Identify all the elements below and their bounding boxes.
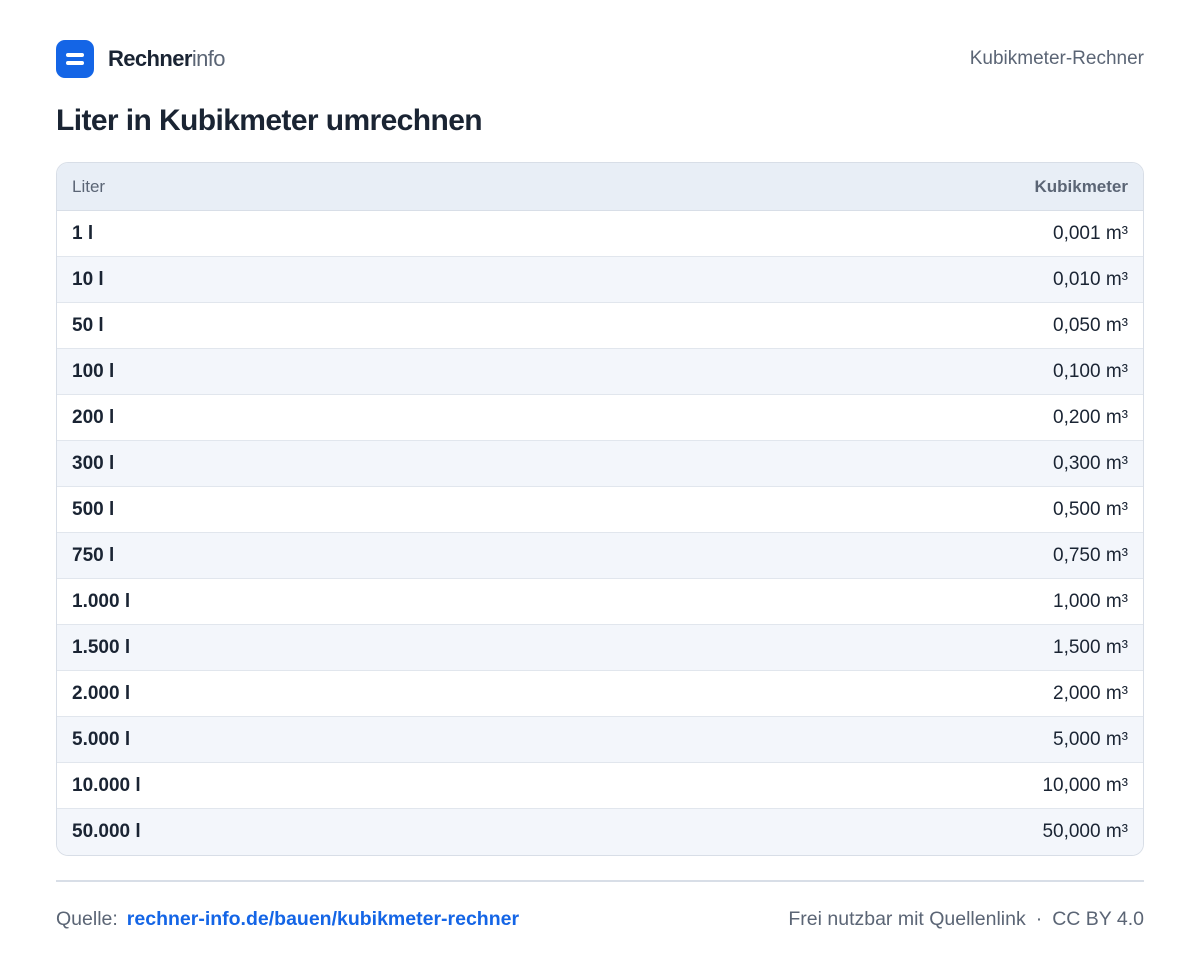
cell-liter: 50.000 l [72, 821, 141, 842]
cell-kubikmeter: 0,050 m³ [1053, 314, 1128, 336]
cell-kubikmeter: 10,000 m³ [1042, 774, 1128, 796]
cell-kubikmeter: 1,000 m³ [1053, 590, 1128, 612]
cell-kubikmeter: 0,001 m³ [1053, 222, 1128, 244]
table-row: 100 l 0,100 m³ [57, 349, 1143, 395]
footer: Quelle: rechner-info.de/bauen/kubikmeter… [56, 906, 1144, 932]
cell-liter: 10 l [72, 268, 104, 290]
column-header-liter: Liter [72, 176, 106, 196]
cell-kubikmeter: 0,300 m³ [1053, 452, 1128, 474]
brand-name: Rechnerinfo [108, 46, 226, 72]
separator-dot: · [1035, 907, 1043, 930]
cell-kubikmeter: 50,000 m³ [1042, 821, 1128, 842]
table-row: 50 l 0,050 m³ [57, 303, 1143, 349]
cell-liter: 10.000 l [72, 774, 141, 796]
footer-license: Frei nutzbar mit Quellenlink · CC BY 4.0 [788, 908, 1144, 931]
page: Rechnerinfo Kubikmeter-Rechner Liter in … [0, 0, 1200, 960]
table-row: 1.000 l 1,000 m³ [57, 579, 1143, 625]
cell-liter: 500 l [72, 498, 115, 520]
cell-liter: 2.000 l [72, 682, 131, 704]
cell-kubikmeter: 0,100 m³ [1053, 360, 1128, 382]
table-row: 300 l 0,300 m³ [57, 441, 1143, 487]
cell-liter: 750 l [72, 544, 115, 566]
table-row: 500 l 0,500 m³ [57, 487, 1143, 533]
cell-liter: 1.500 l [72, 636, 131, 658]
column-header-kubikmeter: Kubikmeter [1034, 176, 1128, 196]
cell-liter: 1.000 l [72, 590, 131, 612]
cell-kubikmeter: 5,000 m³ [1053, 728, 1128, 750]
header-page-label[interactable]: Kubikmeter-Rechner [970, 48, 1144, 70]
page-title: Liter in Kubikmeter umrechnen [56, 104, 483, 137]
cell-liter: 5.000 l [72, 728, 131, 750]
cell-kubikmeter: 0,010 m³ [1053, 268, 1128, 290]
brand-name-bold: Rechner [108, 46, 192, 71]
table-row: 2.000 l 2,000 m³ [57, 671, 1143, 717]
menu-lines-icon [56, 40, 94, 78]
table-row: 10.000 l 10,000 m³ [57, 763, 1143, 809]
header: Rechnerinfo Kubikmeter-Rechner [56, 40, 1144, 78]
cell-kubikmeter: 2,000 m³ [1053, 682, 1128, 704]
table-body: 1 l 0,001 m³ 10 l 0,010 m³ 50 l 0,050 m³ 100 l… [57, 211, 1143, 855]
table-row: 50.000 l 50,000 m³ [57, 809, 1143, 855]
cell-liter: 300 l [72, 452, 115, 474]
table-row: 1 l 0,001 m³ [57, 211, 1143, 257]
license-badge: CC BY 4.0 [1052, 907, 1144, 930]
cell-kubikmeter: 0,750 m³ [1053, 544, 1128, 566]
license-text: Frei nutzbar mit Quellenlink [788, 907, 1026, 930]
cell-liter: 200 l [72, 406, 115, 428]
source-label: Quelle: [56, 907, 118, 930]
cell-liter: 1 l [72, 222, 94, 244]
cell-kubikmeter: 0,200 m³ [1053, 406, 1128, 428]
table-row: 10 l 0,010 m³ [57, 257, 1143, 303]
conversion-table: Liter Kubikmeter 1 l 0,001 m³ 10 l 0,010 m³… [56, 162, 1144, 856]
cell-kubikmeter: 0,500 m³ [1053, 498, 1128, 520]
cell-kubikmeter: 1,500 m³ [1053, 636, 1128, 658]
brand-logo[interactable]: Rechnerinfo [56, 40, 226, 78]
brand-name-light: info [191, 46, 226, 71]
table-row: 1.500 l 1,500 m³ [57, 625, 1143, 671]
cell-liter: 100 l [72, 360, 115, 382]
source-link[interactable]: rechner-info.de/bauen/kubikmeter-rechner [127, 908, 519, 931]
footer-divider [56, 880, 1144, 882]
table-row: 200 l 0,200 m³ [57, 395, 1143, 441]
table-row: 5.000 l 5,000 m³ [57, 717, 1143, 763]
footer-source: Quelle: rechner-info.de/bauen/kubikmeter… [56, 908, 519, 931]
table-header: Liter Kubikmeter [57, 163, 1143, 211]
cell-liter: 50 l [72, 314, 104, 336]
table-row: 750 l 0,750 m³ [57, 533, 1143, 579]
